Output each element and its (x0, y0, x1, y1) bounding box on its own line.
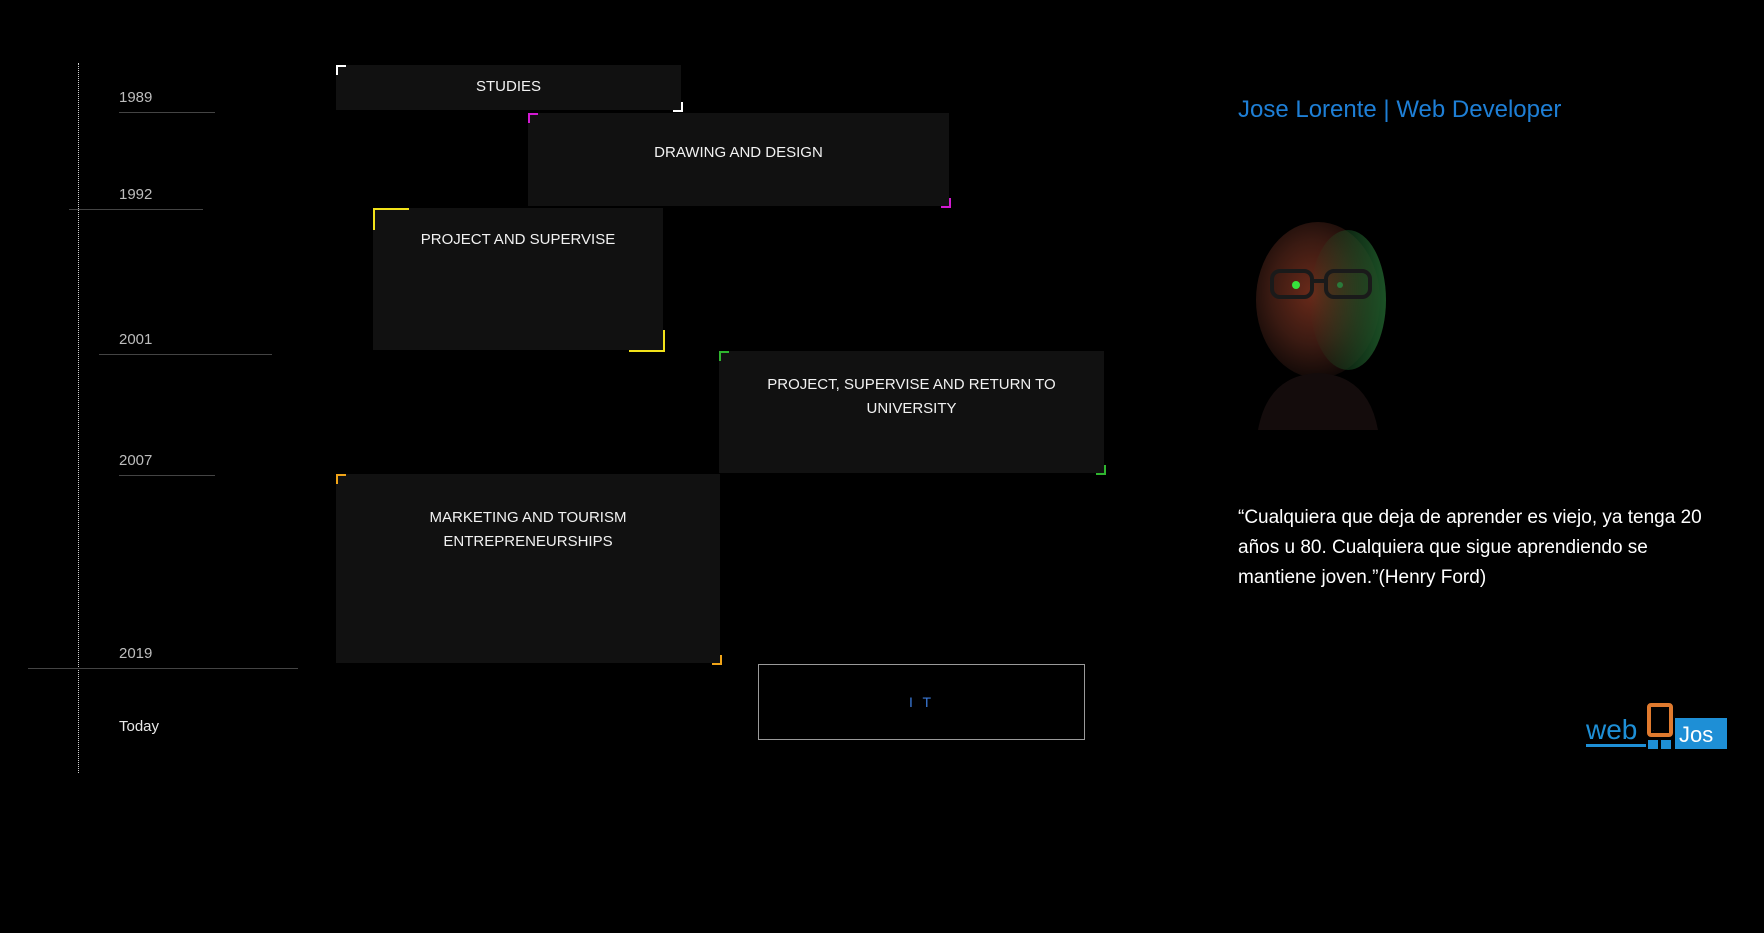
brand-logo-icon: web D Jos (1585, 703, 1727, 749)
year-1992: 1992 (119, 186, 153, 203)
logo-part3: Jos (1679, 722, 1713, 747)
corner-accent (528, 113, 538, 123)
quote-text: “Cualquiera que deja de aprender es viej… (1238, 507, 1702, 588)
corner-accent (941, 198, 951, 208)
year-divider (28, 668, 298, 669)
year-today: Today (119, 718, 160, 735)
year-divider (99, 354, 272, 355)
logo-part1: web (1585, 714, 1637, 745)
card-drawing-design[interactable]: DRAWING AND DESIGN (528, 113, 951, 208)
profile-title: Jose Lorente | Web Developer (1238, 96, 1562, 123)
year-2019: 2019 (119, 645, 153, 662)
year-2007: 2007 (119, 452, 153, 469)
card-title: PROJECT, SUPERVISE AND RETURN TO UNIVERS… (767, 376, 1056, 417)
person-portrait-icon (1256, 222, 1386, 430)
logo-part2: D (1653, 730, 1654, 732)
card-studies[interactable]: STUDIES (336, 65, 683, 112)
corner-accent (373, 208, 409, 230)
timeline-axis (78, 63, 79, 773)
corner-accent (336, 474, 346, 484)
corner-accent (1096, 465, 1106, 475)
card-title: PROJECT AND SUPERVISE (420, 231, 616, 248)
corner-accent (719, 351, 729, 361)
card-marketing-tourism[interactable]: MARKETING AND TOURISM ENTREPRENEURSHIPS (336, 474, 722, 665)
corner-accent (712, 655, 722, 665)
card-return-university[interactable]: PROJECT, SUPERVISE AND RETURN TO UNIVERS… (719, 351, 1106, 475)
card-title: MARKETING AND TOURISM ENTREPRENEURSHIPS (429, 509, 627, 550)
card-it[interactable]: I T (758, 664, 1085, 740)
year-divider (119, 475, 215, 476)
year-2001: 2001 (119, 331, 153, 348)
card-title: DRAWING AND DESIGN (654, 144, 823, 161)
year-1989: 1989 (119, 89, 153, 106)
timeline-page: 1989 1992 2001 2007 2019 Today STUDIES D… (0, 0, 1764, 933)
portrait-image (1238, 205, 1388, 430)
card-project-supervise[interactable]: PROJECT AND SUPERVISE (373, 208, 665, 352)
webdjos-logo[interactable]: web D Jos (1584, 702, 1729, 754)
card-title: STUDIES (475, 78, 541, 95)
year-divider (119, 112, 215, 113)
corner-accent (673, 102, 683, 112)
card-title: I T (908, 694, 935, 710)
year-divider (69, 209, 203, 210)
corner-accent (629, 330, 665, 352)
corner-accent (336, 65, 346, 75)
